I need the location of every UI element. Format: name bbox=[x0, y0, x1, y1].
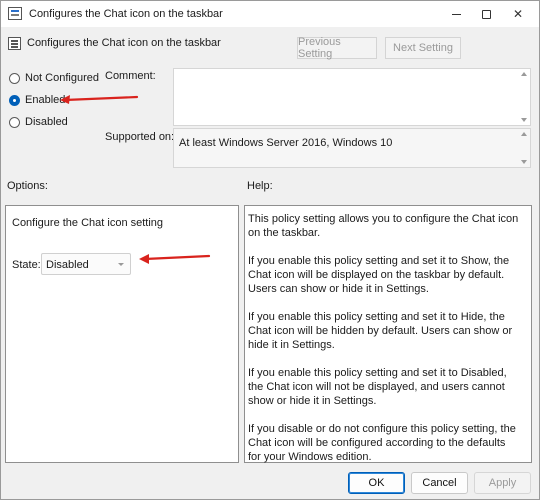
radio-label: Disabled bbox=[25, 116, 68, 128]
help-paragraph: This policy setting allows you to config… bbox=[248, 213, 519, 239]
options-setting-title: Configure the Chat icon setting bbox=[12, 217, 164, 229]
apply-button[interactable]: Apply bbox=[474, 472, 531, 494]
window-title: Configures the Chat icon on the taskbar bbox=[29, 8, 223, 20]
cancel-button[interactable]: Cancel bbox=[411, 472, 468, 494]
help-paragraph: If you enable this policy setting and se… bbox=[248, 255, 510, 295]
radio-circle[interactable] bbox=[9, 72, 20, 84]
comment-label: Comment: bbox=[105, 70, 156, 82]
previous-setting-button[interactable]: Previous Setting bbox=[297, 36, 377, 60]
comment-textarea[interactable] bbox=[173, 68, 531, 126]
maximize-icon bbox=[481, 9, 491, 19]
help-panel: This policy setting allows you to config… bbox=[244, 205, 532, 463]
help-text: This policy setting allows you to config… bbox=[248, 212, 521, 478]
maximize-button[interactable] bbox=[471, 1, 501, 27]
scroll-up-icon[interactable] bbox=[521, 72, 527, 76]
title-bar: Configures the Chat icon on the taskbar … bbox=[1, 1, 539, 27]
help-paragraph: If you disable or do not configure this … bbox=[248, 423, 516, 463]
help-label: Help: bbox=[247, 180, 273, 192]
radio-circle-selected[interactable] bbox=[9, 94, 20, 106]
setting-title: Configures the Chat icon on the taskbar bbox=[27, 37, 221, 49]
close-button[interactable]: ✕ bbox=[503, 1, 533, 27]
policy-dialog: Configures the Chat icon on the taskbar … bbox=[0, 0, 540, 500]
state-label: State: bbox=[12, 259, 41, 271]
radio-label: Not Configured bbox=[25, 72, 99, 84]
minimize-button[interactable] bbox=[441, 1, 471, 27]
help-paragraph: If you enable this policy setting and se… bbox=[248, 311, 513, 351]
annotation-arrow-state bbox=[139, 254, 211, 264]
radio-disabled[interactable]: Disabled bbox=[9, 116, 68, 128]
state-dropdown-value: Disabled bbox=[46, 259, 89, 271]
close-icon: ✕ bbox=[512, 7, 524, 21]
scroll-up-icon[interactable] bbox=[521, 132, 527, 136]
chevron-down-icon bbox=[118, 263, 124, 266]
options-label: Options: bbox=[7, 180, 48, 192]
policy-setting-icon bbox=[8, 37, 21, 50]
options-panel: Configure the Chat icon setting State: D… bbox=[5, 205, 239, 463]
scroll-down-icon[interactable] bbox=[521, 118, 527, 122]
next-setting-button[interactable]: Next Setting bbox=[385, 37, 461, 59]
ok-button[interactable]: OK bbox=[348, 472, 405, 494]
supported-on-label: Supported on: bbox=[105, 131, 175, 143]
annotation-arrow-enabled bbox=[60, 95, 139, 104]
minimize-icon bbox=[451, 13, 461, 15]
radio-circle[interactable] bbox=[9, 116, 20, 128]
supported-on-box: At least Windows Server 2016, Windows 10 bbox=[173, 128, 531, 168]
supported-on-value: At least Windows Server 2016, Windows 10 bbox=[179, 137, 393, 149]
comment-scrollbar[interactable] bbox=[518, 69, 530, 125]
supported-scrollbar[interactable] bbox=[518, 129, 530, 167]
group-policy-icon bbox=[8, 7, 22, 20]
radio-not-configured[interactable]: Not Configured bbox=[9, 72, 99, 84]
scroll-down-icon[interactable] bbox=[521, 160, 527, 164]
help-paragraph: If you enable this policy setting and se… bbox=[248, 367, 507, 407]
state-dropdown[interactable]: Disabled bbox=[41, 253, 131, 275]
